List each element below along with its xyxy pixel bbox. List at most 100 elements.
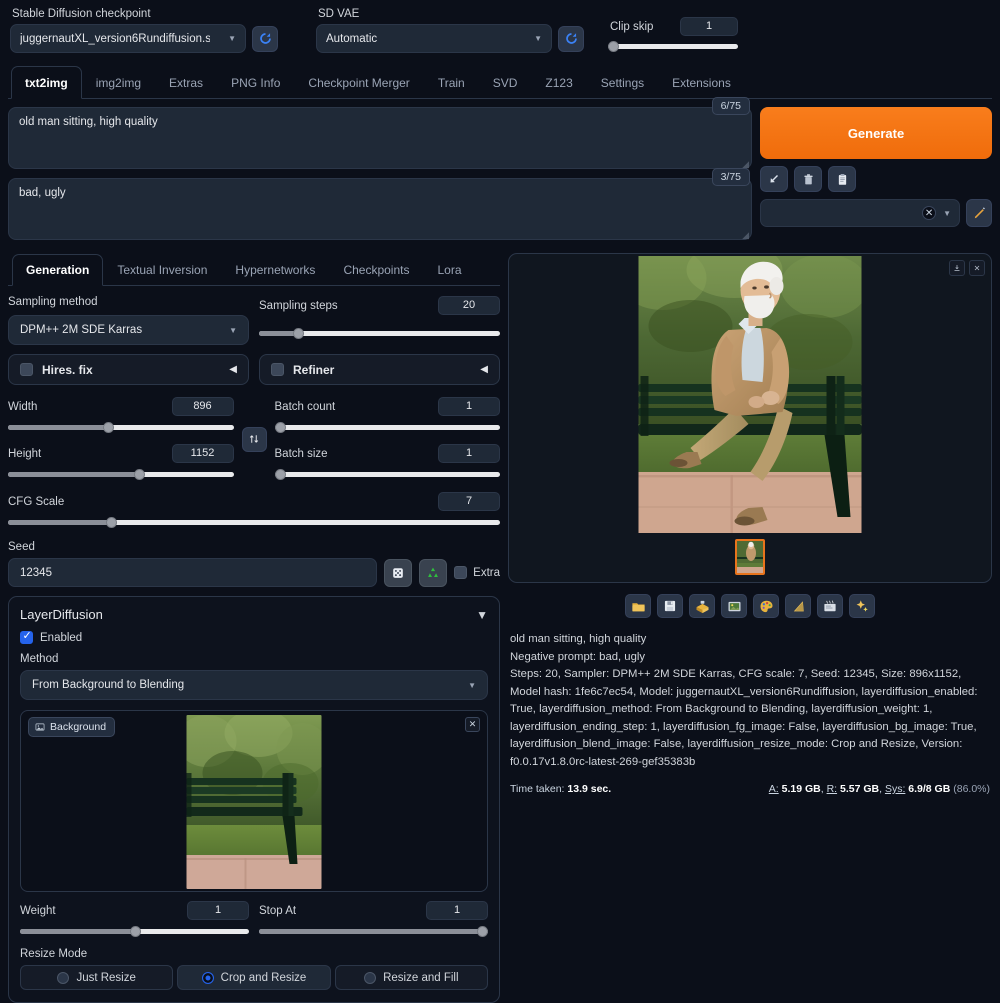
- radio-just-resize[interactable]: Just Resize: [20, 965, 174, 990]
- negative-prompt-input[interactable]: bad, ugly: [8, 178, 752, 240]
- send-to-img2img-button[interactable]: [721, 594, 747, 618]
- height-value[interactable]: 1152: [171, 444, 234, 463]
- tab-img2img[interactable]: img2img: [82, 66, 155, 99]
- generate-button[interactable]: Generate: [760, 107, 992, 159]
- slider-knob[interactable]: [274, 421, 286, 433]
- slider-knob[interactable]: [106, 516, 118, 528]
- slider-knob[interactable]: [134, 468, 146, 480]
- width-slider[interactable]: [8, 420, 234, 434]
- tab-lora[interactable]: Lora: [423, 254, 475, 286]
- sampling-method-dropdown[interactable]: DPM++ 2M SDE Karras ▼: [8, 315, 249, 345]
- tab-extensions[interactable]: Extensions: [658, 66, 745, 99]
- tab-txt2img[interactable]: txt2img: [11, 66, 82, 99]
- tab-svd[interactable]: SVD: [479, 66, 532, 99]
- slider-knob[interactable]: [274, 468, 286, 480]
- tab-checkpoints[interactable]: Checkpoints: [329, 254, 423, 286]
- send-to-z123-button[interactable]: [849, 594, 875, 618]
- refiner-accordion[interactable]: Refiner ◀: [259, 354, 500, 385]
- send-to-svd-button[interactable]: [817, 594, 843, 618]
- send-to-extras-button[interactable]: [785, 594, 811, 618]
- layerdiffusion-header[interactable]: LayerDiffusion ▼: [20, 607, 488, 622]
- triangle-down-icon[interactable]: ▼: [476, 608, 488, 622]
- save-zip-button[interactable]: [689, 594, 715, 618]
- generated-image[interactable]: [638, 256, 862, 533]
- width-value[interactable]: 896: [171, 397, 234, 416]
- vae-dropdown[interactable]: Automatic ▼: [316, 24, 552, 53]
- refresh-vae-button[interactable]: [558, 25, 584, 52]
- radio-crop-and-resize[interactable]: Crop and Resize: [177, 965, 331, 990]
- styles-dropdown[interactable]: ✕ ▼: [760, 199, 960, 227]
- clear-prompt-button[interactable]: [794, 166, 822, 192]
- hires-fix-checkbox[interactable]: [20, 363, 33, 376]
- sampling-steps-value[interactable]: 20: [438, 296, 500, 315]
- layerdiffusion-method-dropdown[interactable]: From Background to Blending ▼: [20, 670, 488, 700]
- refiner-col: Refiner ◀: [259, 354, 500, 385]
- send-to-inpaint-button[interactable]: [753, 594, 779, 618]
- slider-knob[interactable]: [129, 925, 141, 937]
- cfg-scale-value[interactable]: 7: [438, 492, 500, 511]
- batch-count-slider[interactable]: [274, 420, 500, 434]
- positive-prompt-input[interactable]: old man sitting, high quality: [8, 107, 752, 169]
- seed-input[interactable]: [8, 558, 378, 587]
- weight-value[interactable]: 1: [187, 901, 249, 920]
- resize-handle[interactable]: ◢: [742, 230, 749, 241]
- random-seed-button[interactable]: [384, 558, 413, 587]
- layerdiffusion-enabled-checkbox[interactable]: [20, 630, 33, 644]
- edit-styles-button[interactable]: [966, 199, 992, 227]
- clear-styles-icon[interactable]: ✕: [922, 206, 937, 220]
- top-bar: Stable Diffusion checkpoint juggernautXL…: [0, 0, 1000, 59]
- tab-extras[interactable]: Extras: [155, 66, 217, 99]
- checkpoint-label: Stable Diffusion checkpoint: [12, 8, 151, 20]
- tab-png-info[interactable]: PNG Info: [217, 66, 294, 99]
- clip-skip-value[interactable]: 1: [680, 17, 738, 36]
- tab-textual-inversion[interactable]: Textual Inversion: [103, 254, 221, 286]
- batch-size-value[interactable]: 1: [438, 444, 500, 463]
- refiner-checkbox[interactable]: [271, 363, 284, 376]
- save-image-button[interactable]: [657, 594, 683, 618]
- slider-knob[interactable]: [608, 40, 619, 52]
- tab-hypernetworks[interactable]: Hypernetworks: [221, 254, 329, 286]
- tab-checkpoint-merger[interactable]: Checkpoint Merger: [294, 66, 423, 99]
- tab-train[interactable]: Train: [424, 66, 479, 99]
- swap-dimensions-button[interactable]: [241, 426, 267, 452]
- slider-knob[interactable]: [102, 421, 114, 433]
- checkpoint-dropdown[interactable]: juggernautXL_version6Rundiffusion.safete…: [10, 24, 246, 53]
- layerdiffusion-enabled-row[interactable]: Enabled: [20, 630, 488, 644]
- chevron-down-icon: ▼: [943, 208, 951, 218]
- download-image-button[interactable]: [949, 260, 965, 276]
- old-man-on-bench-image: [638, 256, 862, 533]
- cfg-scale-slider[interactable]: [8, 515, 500, 529]
- height-slider[interactable]: [8, 467, 234, 481]
- weight-slider[interactable]: [20, 924, 249, 938]
- resize-mode-group: Just Resize Crop and Resize Resize and F…: [20, 965, 488, 990]
- generation-info: old man sitting, high quality Negative p…: [508, 631, 992, 771]
- paste-arrow-button[interactable]: [760, 166, 788, 192]
- open-folder-button[interactable]: [625, 594, 651, 618]
- clip-skip-slider[interactable]: [608, 39, 738, 53]
- batch-size-slider[interactable]: [274, 467, 500, 481]
- background-image-dropzone[interactable]: Background ✕: [20, 710, 488, 892]
- clear-background-image-button[interactable]: ✕: [465, 717, 480, 732]
- info-prompt: old man sitting, high quality: [510, 633, 647, 645]
- slider-knob[interactable]: [292, 327, 304, 339]
- tab-z123[interactable]: Z123: [531, 66, 586, 99]
- tab-generation[interactable]: Generation: [12, 254, 104, 286]
- close-image-button[interactable]: [969, 260, 985, 276]
- slider-knob[interactable]: [477, 925, 488, 937]
- chevron-down-icon: ▼: [534, 34, 542, 43]
- hires-fix-accordion[interactable]: Hires. fix ◀: [8, 354, 249, 385]
- reuse-seed-button[interactable]: [419, 558, 448, 587]
- thumbnail-item[interactable]: [735, 539, 765, 575]
- slider-fill: [8, 471, 137, 477]
- apply-style-button[interactable]: [828, 166, 856, 192]
- chevron-left-icon: ◀: [480, 364, 488, 375]
- stop-at-value[interactable]: 1: [426, 901, 488, 920]
- sampling-steps-slider[interactable]: [259, 326, 500, 340]
- tab-settings[interactable]: Settings: [587, 66, 658, 99]
- refresh-checkpoint-button[interactable]: [252, 25, 278, 52]
- extra-seed-group[interactable]: Extra: [454, 566, 500, 579]
- stop-at-slider[interactable]: [259, 924, 488, 938]
- extra-checkbox[interactable]: [454, 566, 468, 579]
- batch-count-value[interactable]: 1: [438, 397, 500, 416]
- radio-resize-and-fill[interactable]: Resize and Fill: [334, 965, 488, 990]
